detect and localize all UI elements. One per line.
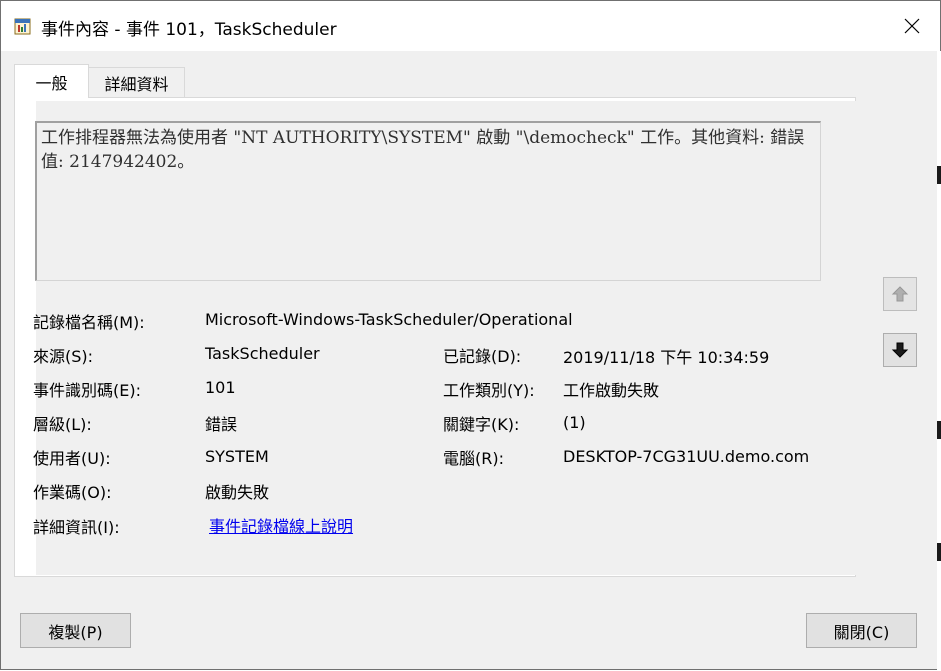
edge-marker — [937, 543, 941, 561]
close-window-button[interactable] — [889, 9, 934, 43]
logged-value[interactable]: 2019/11/18 下午 10:34:59 — [563, 344, 769, 368]
tab-general[interactable]: 一般 — [14, 64, 89, 98]
computer-label: 電腦(R): — [443, 449, 504, 468]
task-category-value[interactable]: 工作啟動失敗 — [563, 377, 659, 401]
opcode-value[interactable]: 啟動失敗 — [205, 479, 269, 503]
arrow-down-icon — [891, 342, 909, 358]
close-button[interactable]: 關閉(C) — [806, 613, 917, 648]
event-id-value[interactable]: 101 — [205, 378, 236, 397]
level-label: 層級(L): — [33, 415, 92, 434]
title-bar[interactable]: 事件內容 - 事件 101，TaskScheduler — [1, 1, 940, 51]
background-window-edge — [937, 51, 941, 671]
event-viewer-icon — [14, 18, 31, 35]
opcode-label: 作業碼(O): — [33, 483, 112, 502]
user-value[interactable]: SYSTEM — [205, 447, 269, 466]
window-title: 事件內容 - 事件 101，TaskScheduler — [41, 20, 337, 40]
tab-details[interactable]: 詳細資料 — [89, 67, 185, 97]
user-label: 使用者(U): — [33, 449, 111, 468]
keywords-value[interactable]: (1) — [563, 413, 586, 432]
logged-label: 已記錄(D): — [443, 347, 522, 366]
source-label: 來源(S): — [33, 347, 94, 366]
source-value[interactable]: TaskScheduler — [205, 344, 320, 363]
edge-marker — [937, 166, 941, 184]
task-category-label: 工作類別(Y): — [443, 381, 535, 400]
edge-marker — [937, 421, 941, 439]
keywords-label: 關鍵字(K): — [443, 415, 520, 434]
log-name-value[interactable]: Microsoft-Windows-TaskScheduler/Operatio… — [205, 310, 573, 329]
next-event-button[interactable] — [883, 333, 917, 367]
log-name-label: 記錄檔名稱(M): — [33, 313, 145, 332]
previous-event-button[interactable] — [883, 277, 917, 311]
more-info-label: 詳細資訊(I): — [33, 518, 120, 537]
event-description[interactable]: 工作排程器無法為使用者 "NT AUTHORITY\SYSTEM" 啟動 "\d… — [35, 121, 821, 281]
computer-value[interactable]: DESKTOP-7CG31UU.demo.com — [563, 447, 809, 466]
event-properties-dialog: 事件內容 - 事件 101，TaskScheduler 一般 詳細資料 工作排程… — [0, 0, 941, 671]
close-icon — [904, 18, 920, 34]
event-log-online-help-link[interactable]: 事件記錄檔線上說明 — [209, 513, 353, 537]
copy-button[interactable]: 複製(P) — [20, 613, 131, 648]
arrow-up-icon — [891, 286, 909, 302]
event-id-label: 事件識別碼(E): — [33, 381, 141, 400]
level-value[interactable]: 錯誤 — [205, 411, 237, 435]
